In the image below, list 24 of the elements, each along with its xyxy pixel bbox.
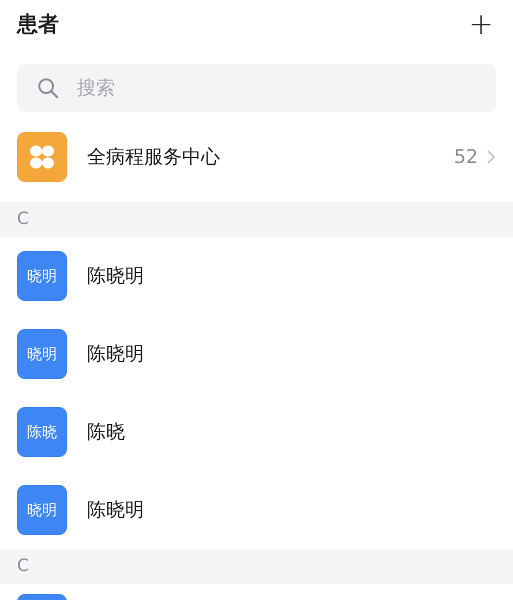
search-input[interactable]: 搜索 <box>74 72 476 104</box>
avatar: 晓明 <box>17 485 67 535</box>
contact-row[interactable]: 晓明 陈晓明 <box>0 315 513 393</box>
contact-name: 陈晓 <box>87 420 125 445</box>
service-icon <box>17 132 67 182</box>
add-button[interactable]: + <box>466 10 496 40</box>
search-icon <box>37 76 59 100</box>
contact-row[interactable]: 陈晓 陈晓 <box>0 393 513 471</box>
service-label: 全病程服务中心 <box>87 144 221 170</box>
page-title: 患者 <box>17 11 59 38</box>
count-label: 52 <box>454 144 478 170</box>
contact-row[interactable]: 晓明 陈晓明 <box>0 237 513 315</box>
search-field[interactable]: 搜索 <box>17 64 496 112</box>
contact-row[interactable]: 晓明 陈晓明 <box>0 471 513 549</box>
contact-name: 陈晓明 <box>87 264 144 289</box>
section-letter: C <box>17 554 29 578</box>
chevron-icon <box>486 149 496 165</box>
avatar: 晓明 <box>17 329 67 379</box>
service-row[interactable]: 全病程服务中心 52 <box>0 112 513 202</box>
contact-name: 陈晓明 <box>87 342 144 367</box>
avatar: 陈晓 <box>17 407 67 457</box>
contact-name: 陈晓明 <box>87 498 144 523</box>
avatar: 晓明 <box>17 251 67 301</box>
section-letter: C <box>17 208 29 231</box>
